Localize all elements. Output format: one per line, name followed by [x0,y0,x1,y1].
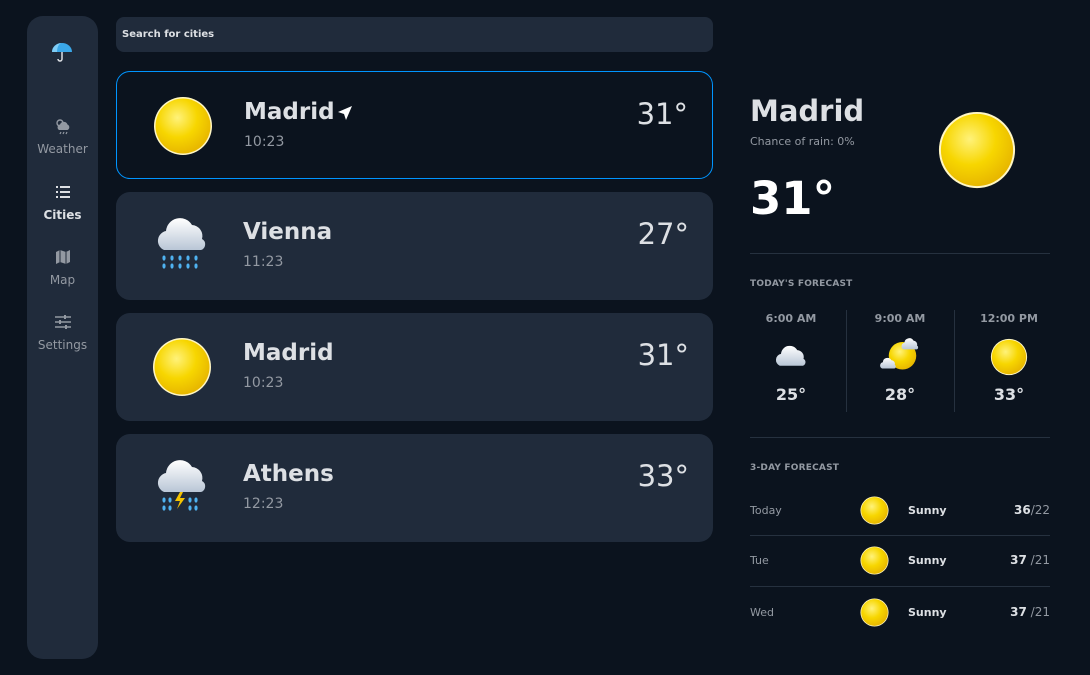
day-forecast-row: Wed Sunny 37 /21 [750,594,1050,630]
city-name: Madrid [244,99,335,125]
day-low: /22 [1030,503,1050,517]
city-name: Athens [243,461,334,487]
list-icon [55,186,70,198]
divider [750,437,1050,438]
day-high: 37 [1010,553,1027,567]
city-name: Madrid [243,340,334,366]
day-temps: 37 /21 [1010,553,1050,567]
three-day-forecast-title: 3-DAY FORECAST [750,463,840,473]
city-time: 10:23 [244,134,285,150]
day-low: /21 [1026,553,1050,567]
sliders-icon [54,315,71,329]
city-time: 12:23 [243,496,284,512]
sun-icon [989,337,1029,377]
day-condition: Sunny [908,504,947,517]
sun-icon [150,335,214,399]
sun-icon [859,597,890,628]
rain-cloud-icon [157,218,206,269]
city-name: Vienna [243,219,333,245]
day-name: Today [750,504,782,517]
day-temps: 37 /21 [1010,605,1050,619]
nav-weather[interactable]: Weather [27,117,98,156]
nav-cities[interactable]: Cities [27,183,98,222]
hour-temp: 25° [775,385,807,404]
divider [750,253,1050,254]
divider [954,310,955,412]
city-detail-panel: Madrid Chance of rain: 0% 31° TODAY'S FO… [750,0,1050,675]
sun-icon [859,545,890,576]
hour-temp: 28° [884,385,916,404]
city-card-athens[interactable]: Athens 12:23 33° [116,434,713,542]
city-temp: 31° [637,338,689,372]
hour-time: 12:00 PM [980,312,1038,325]
day-forecast-row: Today Sunny 36/22 [750,492,1050,528]
day-forecast-row: Tue Sunny 37 /21 [750,542,1050,578]
day-condition: Sunny [908,554,947,567]
city-card-madrid[interactable]: Madrid 10:23 31° [116,71,713,179]
map-icon [55,250,70,264]
nav-map-label: Map [49,273,76,287]
location-arrow-icon [338,106,352,120]
detail-city-name: Madrid [750,94,865,128]
divider [846,310,847,412]
day-high: 37 [1010,605,1027,619]
day-high: 36 [1013,503,1031,517]
umbrella-icon[interactable] [51,42,73,62]
sun-icon [859,495,890,526]
hour-temp: 33° [993,385,1025,404]
nav-map[interactable]: Map [27,248,98,287]
todays-forecast-title: TODAY'S FORECAST [750,279,853,289]
city-time: 11:23 [243,254,284,270]
city-time: 10:23 [243,375,284,391]
day-name: Tue [750,554,769,567]
divider [750,535,1050,536]
city-card-madrid-2[interactable]: Madrid 10:23 31° [116,313,713,421]
hour-forecast-item: 9:00 AM 28° [850,310,950,415]
hour-forecast-item: 6:00 AM 25° [741,310,841,415]
sun-icon [935,108,1019,192]
cloud-icon [771,337,811,377]
cloud-sun-rain-icon [55,119,69,135]
detail-temp: 31° [750,172,836,225]
day-name: Wed [750,606,774,619]
day-condition: Sunny [908,606,947,619]
day-temps: 36/22 [1014,503,1050,517]
nav-cities-label: Cities [43,208,82,222]
thunder-rain-icon [157,460,206,511]
city-temp: 27° [637,217,689,251]
day-low: /21 [1026,605,1050,619]
search-input[interactable] [116,17,713,52]
nav-settings-label: Settings [37,338,88,352]
nav-settings[interactable]: Settings [27,313,98,352]
hour-time: 6:00 AM [765,312,817,325]
hour-time: 9:00 AM [874,312,926,325]
city-card-vienna[interactable]: Vienna 11:23 27° [116,192,713,300]
sun-icon [151,94,215,158]
city-temp: 33° [637,459,689,493]
divider [750,586,1050,587]
city-temp: 31° [636,97,688,131]
detail-rain-chance: Chance of rain: 0% [750,135,855,148]
sun-cloud-icon [880,338,919,370]
hour-forecast-item: 12:00 PM 33° [959,310,1059,415]
sidebar: Weather Cities Map Settings [27,16,98,659]
nav-weather-label: Weather [37,142,88,156]
